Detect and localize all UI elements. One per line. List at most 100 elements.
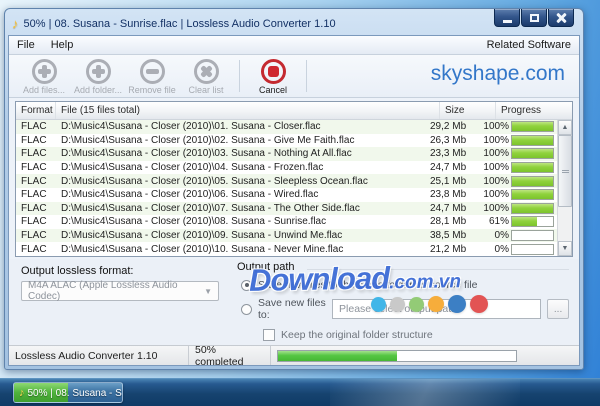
progress-percent: 61% <box>488 216 509 228</box>
column-header-size[interactable]: Size <box>440 102 496 119</box>
remove-file-button[interactable]: Remove file <box>125 57 179 97</box>
progress-bar <box>511 175 554 187</box>
radio-save-to[interactable] <box>241 303 252 315</box>
scroll-up-arrow-icon[interactable]: ▲ <box>558 120 572 135</box>
clear-list-button[interactable]: Clear list <box>179 57 233 97</box>
progress-percent: 100% <box>483 162 509 174</box>
save-to-option[interactable]: Save new files to: Please select output … <box>241 297 569 321</box>
cell-size: 23,3 Mb <box>430 148 467 160</box>
column-header-progress[interactable]: Progress <box>496 102 557 119</box>
status-app-name: Lossless Audio Converter 1.10 <box>9 346 189 365</box>
table-row[interactable]: FLAC D:\Music4\Susana - Closer (2010)\09… <box>16 228 557 243</box>
status-progress-bar <box>277 349 517 362</box>
chevron-down-icon: ▼ <box>204 286 212 296</box>
status-progress-section <box>271 346 579 365</box>
menu-file[interactable]: File <box>9 37 43 53</box>
options-panel: Output lossless format: M4A ALAC (Apple … <box>9 259 579 345</box>
cell-size: 38,5 Mb <box>430 230 467 242</box>
progress-percent: 0% <box>494 230 509 242</box>
table-row[interactable]: FLAC D:\Music4\Susana - Closer (2010)\07… <box>16 201 557 216</box>
cell-file: D:\Music4\Susana - Closer (2010)\10. Sus… <box>61 243 344 255</box>
cell-file: D:\Music4\Susana - Closer (2010)\05. Sus… <box>61 175 368 187</box>
close-button[interactable] <box>548 9 574 27</box>
cell-format: FLAC <box>21 189 47 201</box>
taskbar-glare <box>330 379 520 406</box>
cell-progress: 100% <box>481 175 557 187</box>
cell-format: FLAC <box>21 230 47 242</box>
menu-help[interactable]: Help <box>43 37 82 53</box>
scrollbar-track[interactable] <box>558 135 572 241</box>
progress-bar <box>511 121 554 133</box>
skyshape-logo: skyshape.com <box>430 62 565 85</box>
cell-file: D:\Music4\Susana - Closer (2010)\06. Sus… <box>61 189 319 201</box>
cell-format: FLAC <box>21 243 47 255</box>
menu-related-software[interactable]: Related Software <box>479 37 579 53</box>
cell-file: D:\Music4\Susana - Closer (2010)\07. Sus… <box>61 202 360 214</box>
maximize-button[interactable] <box>521 9 547 27</box>
cell-file: D:\Music4\Susana - Closer (2010)\08. Sus… <box>61 216 327 228</box>
progress-bar-fill <box>512 190 553 200</box>
keep-structure-option[interactable]: Keep the original folder structure <box>263 329 569 341</box>
scroll-down-arrow-icon[interactable]: ▼ <box>558 241 572 256</box>
progress-bar-fill <box>512 149 553 159</box>
table-row[interactable]: FLAC D:\Music4\Susana - Closer (2010)\04… <box>16 161 557 175</box>
title-bar[interactable]: ♪ 50% | 08. Susana - Sunrise.flac | Loss… <box>8 9 580 35</box>
progress-bar-fill <box>512 203 553 213</box>
output-format-label: Output lossless format: <box>21 265 134 277</box>
taskbar-app-button[interactable]: ♪ 50% | 08. Susana - Su... <box>13 382 123 403</box>
progress-bar-fill <box>512 217 537 227</box>
minimize-button[interactable] <box>494 9 520 27</box>
table-row[interactable]: FLAC D:\Music4\Susana - Closer (2010)\02… <box>16 134 557 148</box>
music-note-icon: ♪ <box>12 16 19 31</box>
same-folder-option[interactable]: Save new files to the same folder as sou… <box>241 279 569 291</box>
toolbar-separator <box>239 60 240 92</box>
window-client-area: File Help Related Software Add files... … <box>8 35 580 366</box>
progress-percent: 100% <box>483 175 509 187</box>
progress-percent: 100% <box>483 121 509 133</box>
cell-file: D:\Music4\Susana - Closer (2010)\01. Sus… <box>61 121 321 133</box>
add-folder-button[interactable]: Add folder... <box>71 57 125 97</box>
cell-size: 24,7 Mb <box>430 202 467 214</box>
vertical-scrollbar[interactable]: ▲ ▼ <box>557 120 572 256</box>
column-header-format[interactable]: Format <box>16 102 56 119</box>
radio-same-folder[interactable] <box>241 279 252 291</box>
progress-bar <box>511 243 554 255</box>
cell-size: 24,7 Mb <box>430 162 467 174</box>
table-row[interactable]: FLAC D:\Music4\Susana - Closer (2010)\08… <box>16 215 557 229</box>
progress-bar <box>511 148 554 160</box>
cell-progress: 100% <box>481 189 557 201</box>
progress-percent: 100% <box>483 148 509 160</box>
browse-button[interactable]: ... <box>547 299 569 319</box>
table-row[interactable]: FLAC D:\Music4\Susana - Closer (2010)\01… <box>16 120 557 134</box>
cell-format: FLAC <box>21 148 47 160</box>
cell-progress: 0% <box>481 243 557 255</box>
progress-bar-fill <box>512 135 553 145</box>
clear-list-label: Clear list <box>188 85 224 95</box>
cell-format: FLAC <box>21 162 47 174</box>
table-row[interactable]: FLAC D:\Music4\Susana - Closer (2010)\05… <box>16 174 557 188</box>
status-progress-text: 50% completed <box>189 344 271 365</box>
cancel-button[interactable]: Cancel <box>246 57 300 97</box>
scrollbar-thumb[interactable] <box>558 135 572 207</box>
file-list-header: Format File (15 files total) Size Progre… <box>16 102 572 120</box>
column-header-file[interactable]: File (15 files total) <box>56 102 440 119</box>
keep-structure-checkbox[interactable] <box>263 329 275 341</box>
table-row[interactable]: FLAC D:\Music4\Susana - Closer (2010)\10… <box>16 242 557 256</box>
maximize-icon <box>529 13 539 22</box>
menu-bar: File Help Related Software <box>9 36 579 55</box>
table-row[interactable]: FLAC D:\Music4\Susana - Closer (2010)\06… <box>16 188 557 202</box>
output-path-input[interactable]: Please select output path <box>332 299 542 319</box>
same-folder-label: Save new files to the same folder as sou… <box>258 279 478 291</box>
output-path-group: Output path Save new files to the same f… <box>237 261 569 341</box>
progress-bar <box>511 230 554 242</box>
plus-circle-icon <box>85 59 111 84</box>
output-format-dropdown[interactable]: M4A ALAC (Apple Lossless Audio Codec) ▼ <box>21 280 219 302</box>
app-window: ♪ 50% | 08. Susana - Sunrise.flac | Loss… <box>4 8 584 370</box>
table-row[interactable]: FLAC D:\Music4\Susana - Closer (2010)\03… <box>16 147 557 161</box>
x-circle-icon <box>193 59 219 84</box>
add-files-button[interactable]: Add files... <box>17 57 71 97</box>
window-controls <box>494 9 574 27</box>
plus-circle-icon <box>31 59 57 84</box>
cell-file: D:\Music4\Susana - Closer (2010)\09. Sus… <box>61 230 343 242</box>
cell-progress: 100% <box>481 134 557 146</box>
